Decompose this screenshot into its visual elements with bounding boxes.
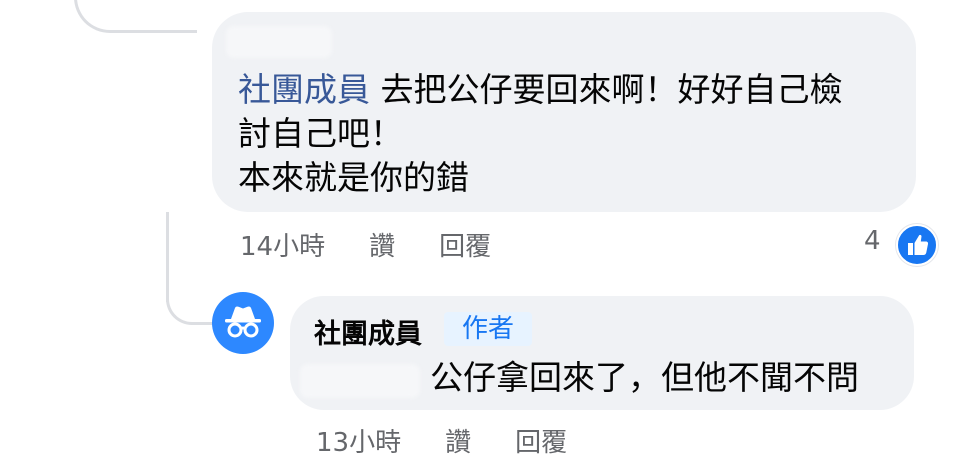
like-button[interactable]: 讚 <box>369 226 395 263</box>
redacted-commenter-name <box>226 26 332 58</box>
reply-like-button[interactable]: 讚 <box>445 422 471 459</box>
comment-line-3: 本來就是你的錯 <box>238 158 469 197</box>
reply-reply-button[interactable]: 回覆 <box>515 422 567 459</box>
reply-author-name[interactable]: 社團成員 <box>314 312 422 351</box>
comment-body: 社團成員 去把公仔要回來啊！好好自己檢 討自己吧！ 本來就是你的錯 <box>238 68 898 200</box>
comment-text-1: 去把公仔要回來啊！好好自己檢 <box>380 70 843 109</box>
comment-actions: 14小時 讚 回覆 <box>240 226 491 263</box>
reply-body: 公仔拿回來了，但他不聞不問 <box>430 358 859 397</box>
comment-line-2: 討自己吧！ <box>238 114 403 153</box>
reply-actions: 13小時 讚 回覆 <box>316 422 567 459</box>
mention-link[interactable]: 社團成員 <box>238 70 370 109</box>
like-thumb-icon[interactable] <box>896 224 938 266</box>
author-badge: 作者 <box>444 312 533 346</box>
incognito-icon <box>225 306 261 338</box>
avatar[interactable] <box>212 292 274 354</box>
reaction-count[interactable]: 4 <box>864 226 881 256</box>
comment-line-1: 社團成員 去把公仔要回來啊！好好自己檢 <box>238 68 898 112</box>
redacted-reply-text <box>300 364 420 398</box>
reply-timestamp[interactable]: 13小時 <box>316 422 401 459</box>
comment-thread: 社團成員 去把公仔要回來啊！好好自己檢 討自己吧！ 本來就是你的錯 14小時 讚… <box>0 0 960 472</box>
thread-connector-top <box>74 0 197 33</box>
reply-button[interactable]: 回覆 <box>439 226 491 263</box>
comment-timestamp[interactable]: 14小時 <box>240 226 325 263</box>
thread-connector-reply <box>166 262 217 325</box>
